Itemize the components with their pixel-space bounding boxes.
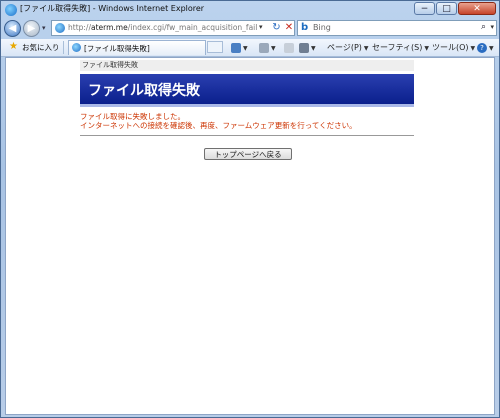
maximize-button[interactable]: □ [436, 2, 457, 15]
favorites-star-icon[interactable]: ★ [9, 41, 18, 52]
page-menu[interactable]: ページ(P) ▼ [327, 40, 369, 55]
error-line-1: ファイル取得に失敗しました。 [80, 112, 185, 121]
mail-icon [284, 42, 294, 53]
stop-icon[interactable]: ✕ [283, 21, 295, 35]
feeds-button[interactable]: ▼ [259, 40, 276, 55]
banner-underline [80, 104, 414, 107]
search-box[interactable]: b Bing ⌕ ▾ [297, 20, 497, 36]
search-input[interactable]: Bing [313, 23, 331, 32]
back-arrow-icon: ◀ [8, 23, 17, 34]
error-line-2: インターネットへの接続を確認後、再度、ファームウェア更新を行ってください。 [80, 121, 357, 130]
print-icon [299, 42, 309, 53]
search-icon[interactable]: ⌕ [481, 22, 486, 32]
print-button[interactable]: ▼ [299, 40, 316, 55]
tab-page-icon [72, 43, 81, 52]
address-dropdown-icon[interactable]: ▾ [259, 23, 263, 31]
bing-icon: b [301, 22, 309, 33]
command-bar: ★ お気に入り [ファイル取得失敗] ▼ ▼ ▼ ページ(P) ▼ セーフティ(S… [1, 39, 499, 57]
ie-window: [ファイル取得失敗] - Windows Internet Explorer −… [0, 0, 500, 418]
address-bar[interactable]: http://aterm.me/index.cgi/fw_main_acquis… [51, 20, 295, 36]
tab-label: [ファイル取得失敗] [84, 44, 150, 53]
page-icon [55, 23, 65, 33]
page-title: ファイル取得失敗 [88, 83, 200, 99]
error-message: ファイル取得に失敗しました。 インターネットへの接続を確認後、再度、ファームウェ… [80, 112, 357, 130]
breadcrumb: ファイル取得失敗 [80, 60, 414, 71]
recent-pages-dropdown[interactable]: ▾ [42, 24, 46, 32]
title-bar: [ファイル取得失敗] - Windows Internet Explorer −… [1, 1, 499, 19]
help-icon: ? [477, 42, 487, 53]
tools-menu[interactable]: ツール(O) ▼ [432, 40, 475, 55]
favorites-button[interactable]: お気に入り [22, 42, 60, 53]
close-window-button[interactable]: ✕ [458, 2, 496, 15]
minimize-button[interactable]: − [414, 2, 435, 15]
forward-arrow-icon: ▶ [27, 23, 36, 34]
page-content: ファイル取得失敗 ファイル取得失敗 ファイル取得に失敗しました。 インターネット… [5, 57, 495, 415]
feeds-icon [259, 42, 269, 53]
home-icon [231, 42, 241, 53]
home-button[interactable]: ▼ [231, 40, 248, 55]
search-dropdown-icon[interactable]: ▾ [490, 23, 494, 31]
back-button[interactable]: ◀ [4, 20, 21, 37]
mail-button[interactable] [284, 40, 294, 55]
new-tab-button[interactable] [207, 41, 223, 53]
forward-button[interactable]: ▶ [23, 20, 40, 37]
divider [63, 41, 64, 54]
refresh-icon[interactable]: ↻ [270, 21, 283, 35]
tab-current[interactable]: [ファイル取得失敗] [68, 40, 206, 55]
divider-line [80, 135, 414, 136]
address-url[interactable]: http://aterm.me/index.cgi/fw_main_acquis… [68, 23, 258, 32]
page-banner: ファイル取得失敗 [80, 74, 414, 104]
window-title: [ファイル取得失敗] - Windows Internet Explorer [20, 4, 205, 13]
back-to-top-button[interactable]: トップページへ戻る [204, 148, 292, 160]
address-row: ◀ ▶ ▾ http://aterm.me/index.cgi/fw_main_… [1, 19, 499, 39]
ie-logo-icon [5, 4, 17, 16]
help-button[interactable]: ? ▼ [477, 40, 494, 55]
safety-menu[interactable]: セーフティ(S) ▼ [372, 40, 429, 55]
window-controls: − □ ✕ [413, 2, 496, 16]
